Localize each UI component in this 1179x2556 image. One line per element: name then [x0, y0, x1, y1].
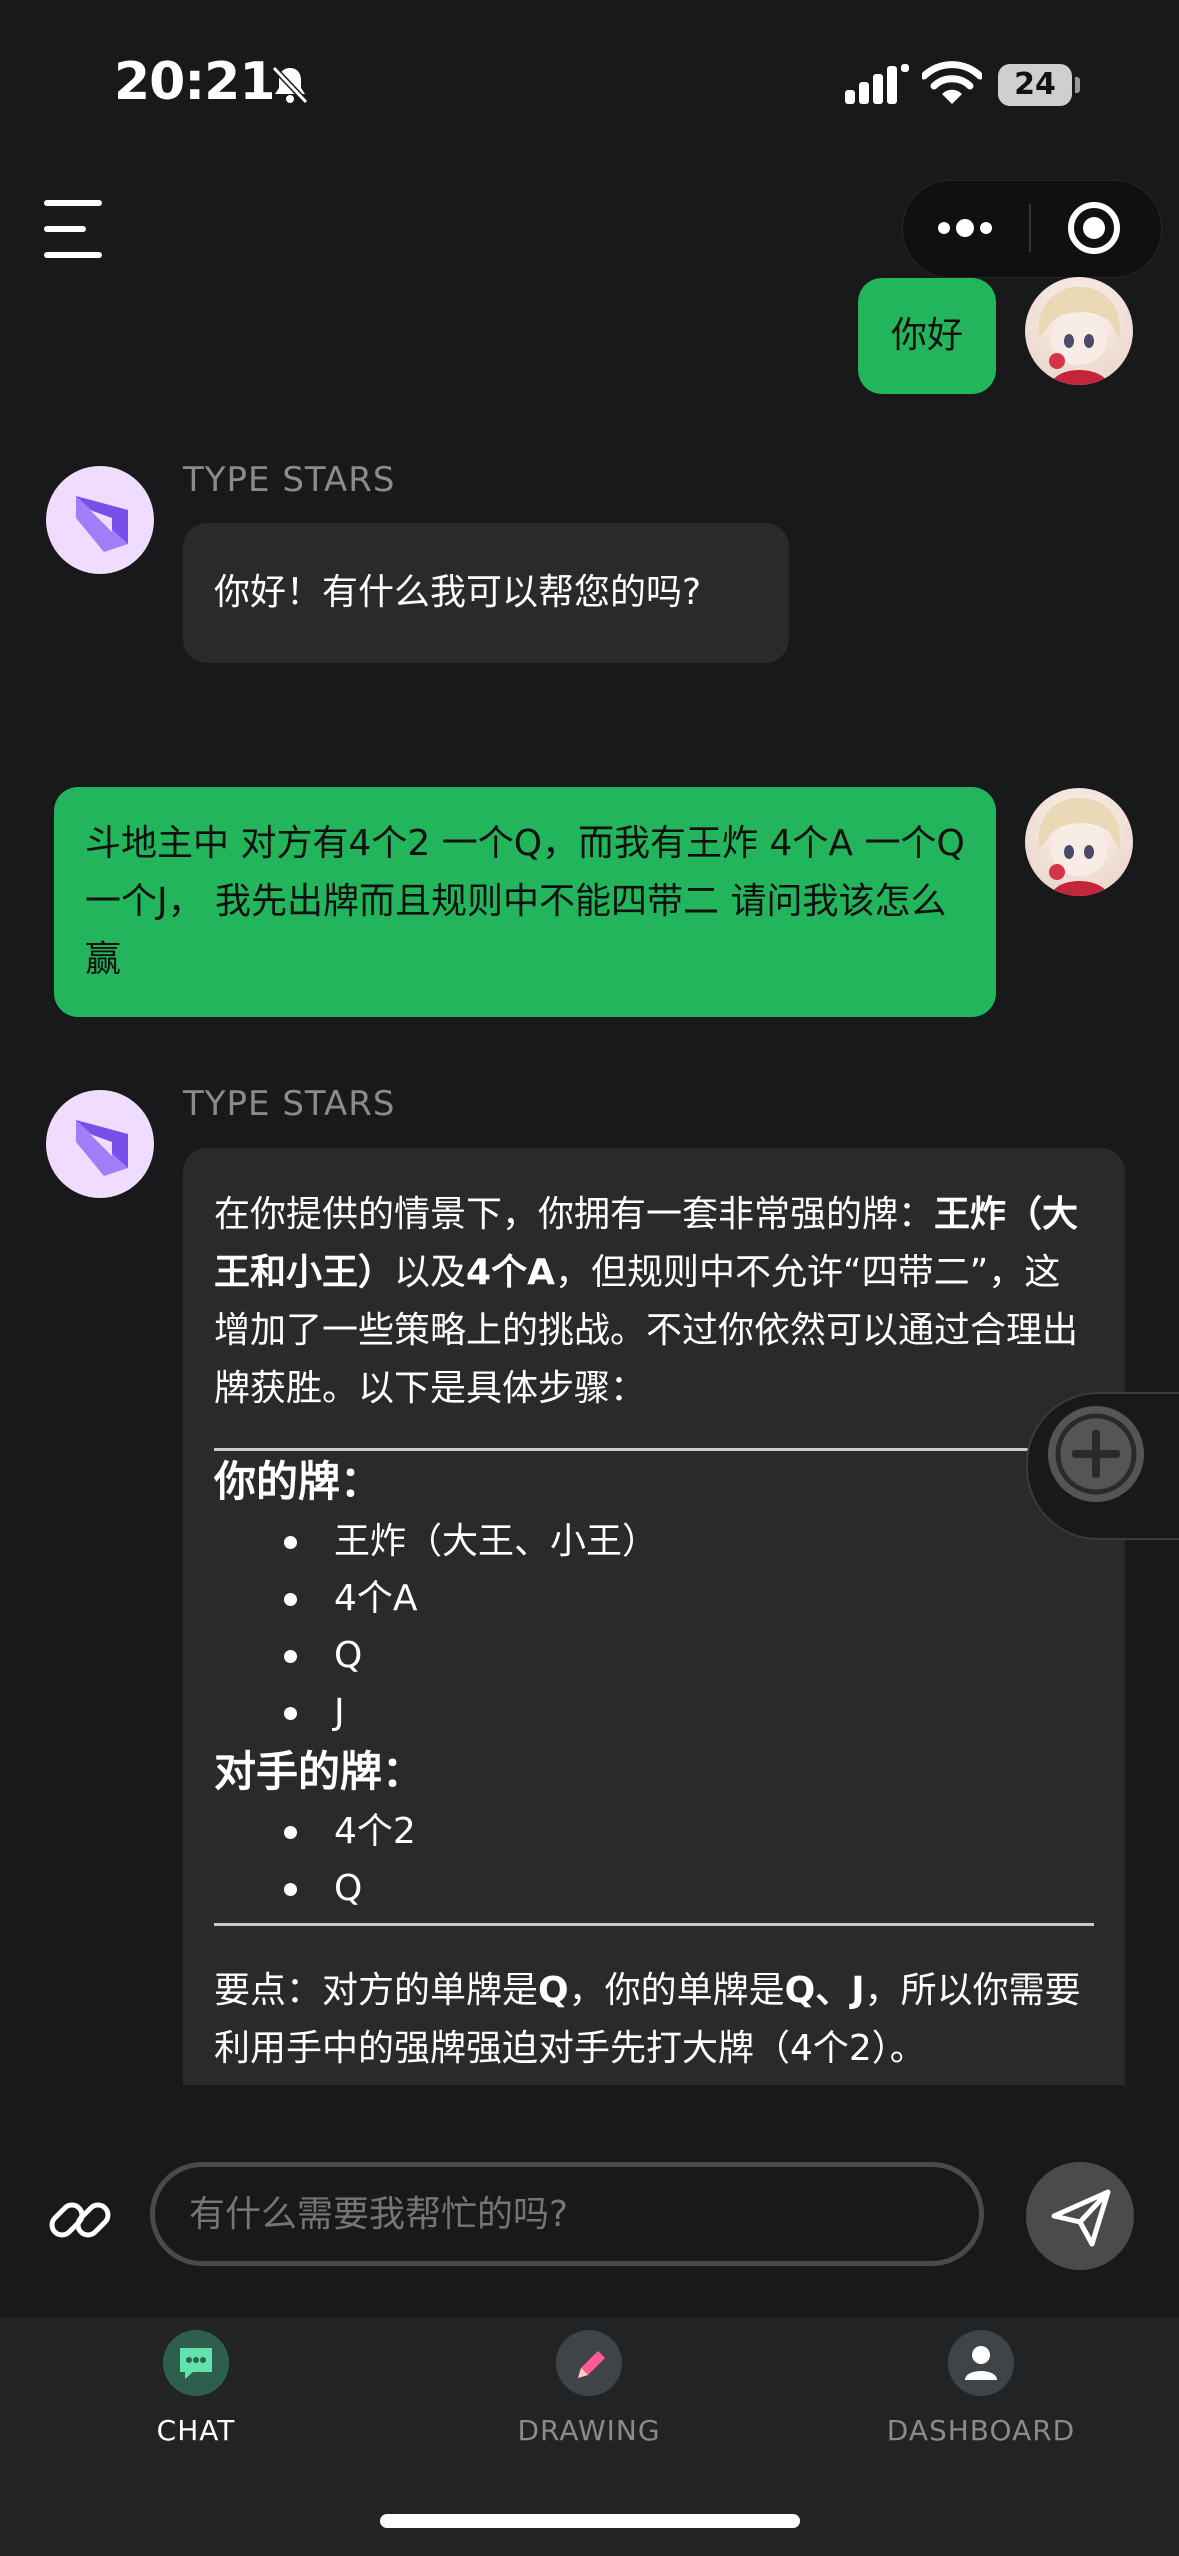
bot-message-bubble: 在你提供的情景下，你拥有一套非常强的牌：王炸（大王和小王）以及4个A，但规则中不…: [183, 1148, 1125, 2085]
list-item: J: [214, 1684, 1094, 1741]
reply-intro: 在你提供的情景下，你拥有一套非常强的牌：王炸（大王和小王）以及4个A，但规则中不…: [214, 1186, 1094, 1418]
chat-input[interactable]: [150, 2162, 984, 2266]
message-text: 你好: [890, 315, 963, 356]
triangle-logo-icon: [76, 496, 128, 552]
chat-bubble-icon: [163, 2330, 229, 2396]
section-heading: 对手的牌：: [214, 1747, 425, 1796]
message-text: 斗地主中 对方有4个2 一个Q，而我有王炸 4个A 一个Q 一个J， 我先出牌而…: [85, 823, 965, 980]
tab-label: DASHBOARD: [886, 2414, 1076, 2447]
bot-sender-name: TYPE STARS: [183, 460, 396, 500]
pencil-icon: [556, 2330, 622, 2396]
message-text: 你好！有什么我可以帮您的吗?: [214, 572, 702, 613]
reply-intro-text: 在你提供的情景下，你拥有一套非常强的牌：: [214, 1194, 935, 1235]
list-item: Q: [214, 1627, 1094, 1684]
target-circle-icon[interactable]: [1066, 200, 1122, 256]
paperclip-icon[interactable]: [48, 2188, 112, 2252]
bell-muted-icon: [271, 65, 309, 105]
hamburger-menu-icon[interactable]: [44, 198, 108, 262]
battery-indicator: 24: [998, 64, 1072, 106]
user-icon: [948, 2330, 1014, 2396]
user-avatar: [1025, 788, 1133, 896]
send-button[interactable]: [1026, 2162, 1134, 2270]
bot-sender-name: TYPE STARS: [183, 1084, 396, 1124]
tab-drawing[interactable]: DRAWING: [439, 2330, 739, 2447]
reply-content: 在你提供的情景下，你拥有一套非常强的牌：王炸（大王和小王）以及4个A，但规则中不…: [214, 1186, 1094, 2078]
bot-avatar: [46, 466, 154, 574]
section-heading: 你的牌：: [214, 1457, 383, 1506]
cellular-signal-icon: [845, 64, 909, 104]
reply-intro-bold: 4个A: [466, 1252, 555, 1293]
tab-chat[interactable]: CHAT: [46, 2330, 346, 2447]
user-message-bubble: 你好: [858, 278, 996, 394]
tab-dashboard[interactable]: DASHBOARD: [831, 2330, 1131, 2447]
key-point-bold: Q、J: [784, 1970, 865, 2011]
anime-girl-avatar-icon: [1038, 797, 1121, 896]
list-item: 4个A: [214, 1570, 1094, 1627]
reply-intro-text: 以及: [394, 1252, 467, 1293]
wifi-icon: [922, 61, 982, 104]
status-time: 20:21: [114, 52, 276, 112]
paper-plane-icon: [1051, 2189, 1111, 2247]
more-dots-icon[interactable]: [936, 210, 994, 246]
list-item: 4个2: [214, 1803, 1094, 1860]
list-item: Q: [214, 1860, 1094, 1917]
key-point-text: 要点：对方的单牌是: [214, 1970, 539, 2011]
plus-icon: [1055, 1413, 1137, 1495]
bot-message-bubble: 你好！有什么我可以帮您的吗?: [183, 523, 789, 663]
home-indicator: [380, 2514, 800, 2528]
add-button[interactable]: [1048, 1406, 1144, 1502]
tab-label: DRAWING: [517, 2414, 661, 2447]
user-message-bubble: 斗地主中 对方有4个2 一个Q，而我有王炸 4个A 一个Q 一个J， 我先出牌而…: [54, 787, 996, 1017]
bot-avatar: [46, 1090, 154, 1198]
tab-label: CHAT: [156, 2414, 236, 2447]
list-item: 王炸（大王、小王）: [214, 1513, 1094, 1570]
reply-key-point: 要点：对方的单牌是Q，你的单牌是Q、J，所以你需要利用手中的强牌强迫对手先打大牌…: [214, 1962, 1094, 2078]
key-point-text: ，你的单牌是: [568, 1970, 785, 2011]
anime-girl-avatar-icon: [1038, 286, 1121, 385]
triangle-logo-icon: [76, 1120, 128, 1176]
divider: [214, 1923, 1094, 1926]
key-point-bold: Q: [538, 1970, 569, 2011]
user-avatar: [1025, 277, 1133, 385]
capsule-divider: [1029, 204, 1031, 252]
battery-tip: [1075, 77, 1080, 93]
